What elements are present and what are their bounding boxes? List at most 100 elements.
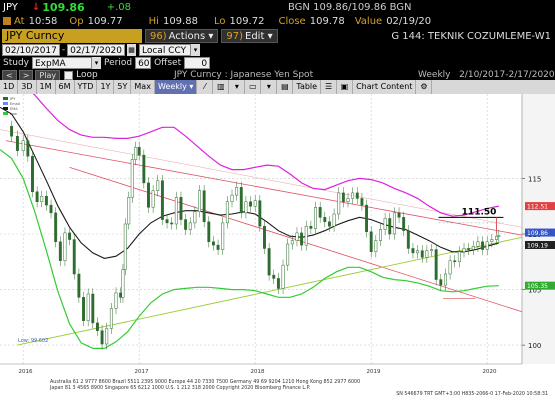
edit-label: Edit — [245, 31, 265, 42]
candle-body — [462, 248, 466, 253]
high-value: 109.88 — [162, 15, 198, 27]
down-arrow-icon: ↓ — [31, 2, 41, 13]
chevron-down-icon[interactable]: ▾ — [229, 80, 246, 94]
candle-body — [300, 232, 304, 246]
calendar-icon[interactable]: ▦ — [127, 44, 136, 56]
net-change: +.08 — [106, 2, 132, 13]
loop-checkbox[interactable] — [64, 70, 74, 80]
offset-input[interactable]: 0 — [184, 57, 211, 69]
candle-body — [137, 147, 141, 156]
list-icon[interactable]: ☰ — [321, 80, 338, 94]
candle-body — [323, 217, 327, 223]
chart-period-range: 2/10/2017-2/17/2020 — [459, 70, 555, 80]
candle-body — [420, 250, 424, 258]
candle-body — [123, 223, 127, 270]
tab-6m[interactable]: 6M — [56, 80, 75, 94]
candle-body — [35, 191, 39, 203]
security-field[interactable]: JPY Curncy — [2, 29, 142, 43]
candle-body — [309, 225, 313, 229]
candle-body — [369, 231, 373, 253]
candle-body — [95, 322, 99, 331]
candle-body — [397, 212, 401, 218]
candle-body — [467, 248, 471, 250]
candle-body — [156, 180, 160, 191]
candle-body — [15, 135, 19, 151]
chart-name: JPY Curncy : Japanese Yen Spot — [174, 70, 314, 80]
candle-body — [244, 201, 248, 214]
step-back-button[interactable]: < — [2, 69, 17, 81]
candle-body — [476, 241, 480, 247]
at-label: At — [14, 15, 25, 27]
candle-body — [388, 218, 392, 235]
chart-content-button[interactable]: Chart Content — [353, 80, 417, 94]
candle-body — [216, 244, 220, 250]
chart-content-icon[interactable]: ▣ — [337, 80, 354, 94]
end-date-input[interactable]: 02/17/2020 — [67, 44, 125, 56]
tab-max[interactable]: Max — [131, 80, 155, 94]
candle-body — [430, 249, 433, 251]
tab-3d[interactable]: 3D — [18, 80, 37, 94]
study-select[interactable]: ExpMA — [32, 57, 92, 69]
chevron-down-icon[interactable]: ▾ — [191, 44, 200, 56]
candle-body — [425, 250, 429, 258]
quote-details: At 10:58 Op 109.77 Hi 109.88 Lo 109.72 C… — [0, 14, 555, 28]
candle-body — [295, 232, 299, 241]
candle-body — [127, 197, 131, 225]
ticker: JPY — [3, 2, 18, 13]
chart-canvas[interactable]: JPYEmaUEMALow 111.50Low: 99.602 10010511… — [0, 73, 555, 400]
candle-body — [253, 200, 257, 207]
tab-1y[interactable]: 1Y — [97, 80, 115, 94]
candle-body — [72, 239, 76, 275]
frequency-select[interactable]: Weekly ▾ — [154, 80, 198, 94]
candle-body — [497, 235, 501, 237]
settings-icon[interactable]: ⚙ — [416, 80, 433, 94]
candle-body — [402, 217, 406, 231]
candle-body — [105, 328, 109, 345]
candle-body — [179, 197, 183, 220]
bar-chart-icon[interactable]: ▥ — [213, 80, 230, 94]
candle-body — [379, 229, 382, 241]
chart-period-frequency: Weekly — [418, 70, 451, 80]
study-label: Study — [3, 58, 29, 68]
tab-5y[interactable]: 5Y — [114, 80, 132, 94]
candle-body — [439, 279, 443, 286]
candle-body — [453, 260, 457, 263]
candle-body — [230, 194, 234, 203]
currency-select[interactable]: Local CCY — [139, 44, 191, 56]
line-chart-icon[interactable]: ⁄ — [197, 80, 214, 94]
period-label: Period — [104, 58, 133, 68]
candle-body — [184, 219, 188, 230]
chevron-down-icon[interactable]: ▾ — [261, 80, 278, 94]
candle-body — [392, 212, 396, 235]
table-icon[interactable]: ▤ — [277, 80, 294, 94]
candle-body — [225, 201, 229, 224]
tab-1m[interactable]: 1M — [37, 80, 56, 94]
y-tick-label: 115 — [528, 175, 541, 183]
page-title: G 144: TEKNIK COZUMLEME-W1 — [391, 30, 551, 42]
price-tag-lower: 105.35 — [527, 283, 548, 290]
candle-body — [109, 308, 113, 329]
candle-body — [211, 241, 215, 246]
period-input[interactable]: 60 — [135, 57, 152, 69]
chart-period: Weekly 2/10/2017-2/17/2020 — [418, 70, 555, 80]
actions-button[interactable]: 96) Actions ▾ — [145, 29, 219, 43]
table-button[interactable]: Table — [293, 80, 322, 94]
candle-body — [82, 297, 85, 321]
candle-body — [355, 192, 359, 199]
candle-body — [31, 155, 34, 193]
candle-body — [174, 197, 178, 225]
tab-ytd[interactable]: YTD — [75, 80, 98, 94]
loop-label: Loop — [76, 70, 98, 80]
candle-body — [411, 248, 415, 254]
candle-body — [286, 243, 290, 266]
play-button[interactable]: Play — [35, 69, 61, 81]
step-forward-button[interactable]: > — [18, 69, 34, 81]
start-date-input[interactable]: 02/10/2017 — [2, 44, 60, 56]
chevron-down-icon[interactable]: ▾ — [92, 57, 101, 69]
candle-body — [374, 240, 378, 253]
edit-button[interactable]: 97) Edit ▾ — [221, 29, 278, 43]
price-chart[interactable]: JPY EmaU EMA Low 111.50 Low: 99.602 100 105 11… — [0, 73, 555, 400]
tab-1d[interactable]: 1D — [0, 80, 19, 94]
candle-body — [471, 245, 475, 250]
ruler-icon[interactable]: ▭ — [245, 80, 262, 94]
